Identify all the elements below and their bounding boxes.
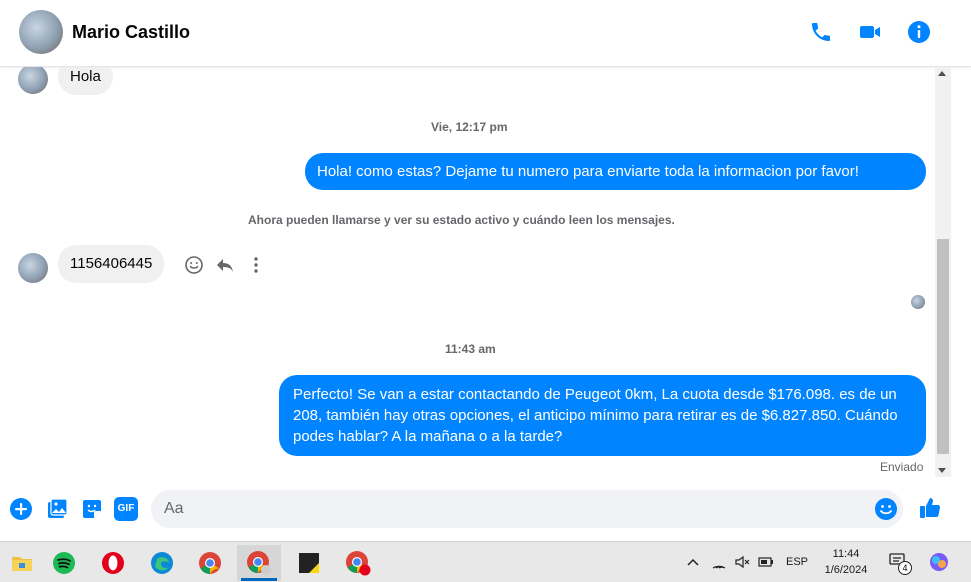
clock[interactable]: 11:44 1/6/2024 xyxy=(818,546,874,578)
edge-icon[interactable] xyxy=(140,545,184,581)
thumbs-up-icon[interactable] xyxy=(918,496,942,520)
plus-icon[interactable] xyxy=(9,497,33,521)
chrome-icon[interactable] xyxy=(188,545,232,581)
timestamp: 11:43 am xyxy=(445,342,496,356)
sticky-notes-icon[interactable] xyxy=(287,545,331,581)
outgoing-message[interactable]: Hola! como estas? Dejame tu numero para … xyxy=(305,153,926,190)
react-emoji-icon[interactable] xyxy=(184,255,204,275)
clock-time: 11:44 xyxy=(832,548,860,560)
contact-avatar-small[interactable] xyxy=(18,67,48,94)
spotify-icon[interactable] xyxy=(42,545,86,581)
message-list[interactable]: Hola Vie, 12:17 pm Hola! como estas? Dej… xyxy=(0,67,937,483)
contact-avatar[interactable] xyxy=(19,10,63,54)
message-input-placeholder: Aa xyxy=(164,500,184,517)
wifi-icon[interactable] xyxy=(711,554,727,570)
clock-date: 1/6/2024 xyxy=(824,564,868,576)
sticker-icon[interactable] xyxy=(80,497,104,521)
contact-name[interactable]: Mario Castillo xyxy=(72,22,190,43)
contact-avatar-small[interactable] xyxy=(18,253,48,283)
scroll-down-arrow[interactable] xyxy=(938,468,946,473)
file-explorer-icon[interactable] xyxy=(0,545,44,581)
notification-badge: 4 xyxy=(898,561,912,575)
incoming-message[interactable]: Hola xyxy=(58,67,113,95)
reply-icon[interactable] xyxy=(215,255,235,275)
chrome-profile2-icon[interactable] xyxy=(336,545,380,581)
system-notice: Ahora pueden llamarse y ver su estado ac… xyxy=(248,213,675,227)
emoji-icon[interactable] xyxy=(874,497,898,521)
video-camera-icon[interactable] xyxy=(858,20,882,44)
scroll-up-arrow[interactable] xyxy=(938,71,946,76)
chrome-profile-icon[interactable] xyxy=(237,545,281,581)
chevron-up-icon[interactable] xyxy=(686,555,700,569)
battery-icon[interactable] xyxy=(757,554,775,570)
speaker-muted-icon[interactable] xyxy=(734,554,750,570)
seen-avatar xyxy=(911,295,925,309)
scrollbar[interactable] xyxy=(935,67,951,477)
more-options-icon[interactable] xyxy=(246,255,266,275)
message-input[interactable]: Aa xyxy=(151,490,903,528)
incoming-message-phone[interactable]: 1156406445 xyxy=(58,245,165,283)
outgoing-message[interactable]: Perfecto! Se van a estar contactando de … xyxy=(279,375,926,456)
opera-icon[interactable] xyxy=(91,545,135,581)
notification-center[interactable]: 4 xyxy=(888,551,912,575)
windows-taskbar: ESP 11:44 1/6/2024 4 xyxy=(0,541,971,582)
composer-bar: GIF Aa xyxy=(0,483,971,541)
chat-header: Mario Castillo xyxy=(0,0,971,67)
gif-icon[interactable]: GIF xyxy=(114,497,138,521)
message-status: Enviado xyxy=(880,460,924,474)
phone-icon[interactable] xyxy=(809,20,833,44)
timestamp: Vie, 12:17 pm xyxy=(431,120,508,134)
info-icon[interactable] xyxy=(907,20,931,44)
copilot-icon[interactable] xyxy=(928,551,950,573)
image-icon[interactable] xyxy=(45,497,69,521)
language-indicator[interactable]: ESP xyxy=(786,556,808,568)
scroll-thumb[interactable] xyxy=(937,239,949,454)
